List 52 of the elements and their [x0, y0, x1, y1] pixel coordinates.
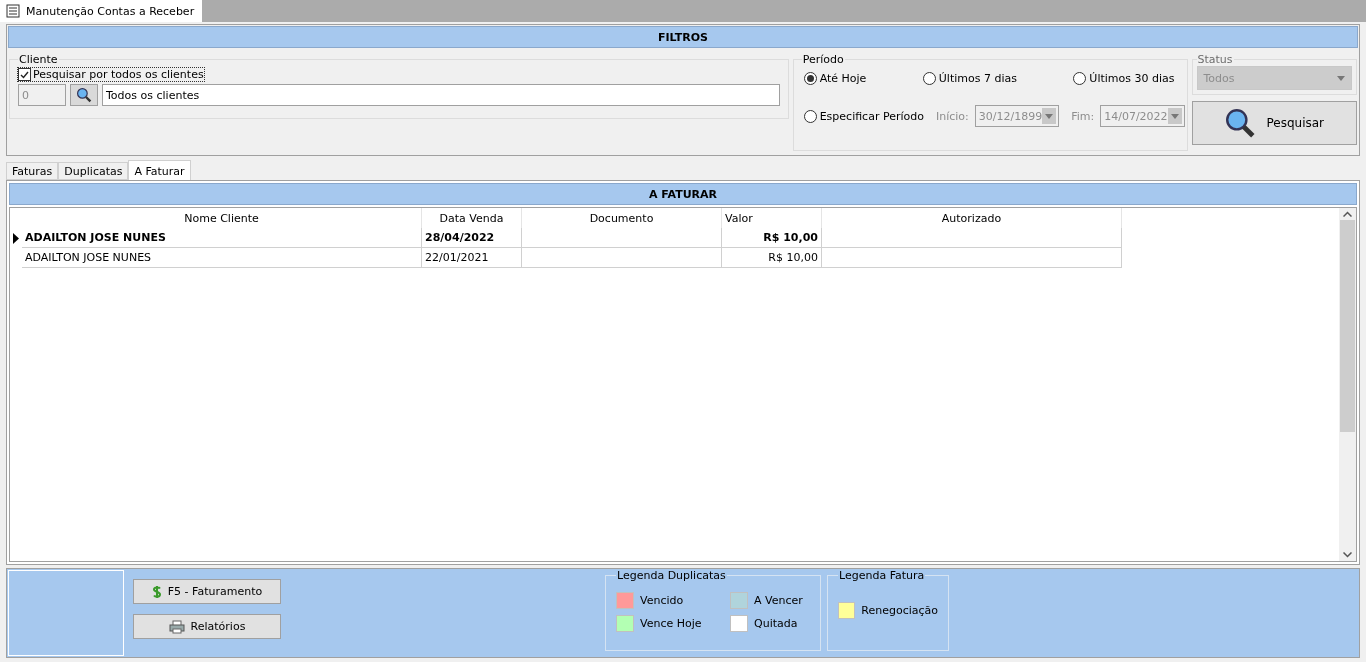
dollar-icon: [151, 584, 162, 599]
client-legend: Cliente: [18, 53, 59, 66]
window-tab[interactable]: Manutenção Contas a Receber: [0, 0, 203, 22]
legend-label: A Vencer: [754, 594, 803, 607]
table-cell: ADAILTON JOSE NUNES: [22, 228, 422, 248]
column-header[interactable]: Valor: [722, 208, 822, 228]
radio-option[interactable]: Últimos 7 dias: [922, 72, 1017, 85]
scroll-down-icon: [1343, 552, 1352, 558]
all-clients-checkbox[interactable]: Pesquisar por todos os clientes: [18, 68, 204, 81]
legend-label: Vencido: [640, 594, 684, 607]
table-cell: 28/04/2022: [422, 228, 522, 248]
radio-option[interactable]: Últimos 30 dias: [1073, 72, 1175, 85]
tab[interactable]: Faturas: [6, 162, 59, 180]
scroll-up-icon: [1343, 211, 1352, 217]
caret-icon: [1170, 113, 1179, 119]
table-cell: 22/01/2021: [422, 248, 522, 268]
search-icon: [76, 87, 92, 103]
printer-icon: [168, 619, 185, 634]
column-header[interactable]: Autorizado: [822, 208, 1122, 228]
table-cell: R$ 10,00: [722, 228, 822, 248]
checkmark-icon: [20, 70, 29, 79]
radio-option[interactable]: Especificar Período: [803, 109, 924, 123]
legend-label: Quitada: [754, 617, 798, 630]
legend-label: Vence Hoje: [640, 617, 702, 630]
search-button[interactable]: [70, 84, 98, 106]
column-header[interactable]: Data Venda: [422, 208, 522, 228]
table-cell: R$ 10,00: [722, 248, 822, 268]
tab[interactable]: Duplicatas: [58, 162, 129, 180]
footer-button[interactable]: Relatórios: [133, 614, 281, 639]
column-header[interactable]: Nome Cliente: [22, 208, 422, 228]
period-legend: Período: [801, 53, 845, 66]
search-icon: [1224, 107, 1257, 139]
filters-header: FILTROS: [8, 26, 1358, 48]
legend-label: Renegociação: [861, 604, 938, 617]
tab[interactable]: A Faturar: [128, 160, 191, 181]
column-header[interactable]: Documento: [522, 208, 722, 228]
caret-icon: [1337, 75, 1345, 81]
status-legend: Status: [1196, 53, 1234, 66]
table-cell: ADAILTON JOSE NUNES: [22, 248, 422, 268]
radio-option[interactable]: Até Hoje: [803, 72, 867, 85]
legend-title: Legenda Duplicatas: [616, 569, 727, 582]
caret-icon: [1045, 113, 1054, 119]
scrollbar-thumb[interactable]: [1340, 220, 1355, 432]
search-button[interactable]: Pesquisar: [1191, 101, 1357, 145]
grid-header: A FATURAR: [9, 183, 1357, 205]
end-label: Fim:: [1071, 109, 1095, 123]
row-pointer-icon: [13, 232, 19, 244]
list-icon: [6, 4, 20, 18]
legend-title: Legenda Fatura: [838, 569, 926, 582]
client-name-field[interactable]: Todos os clientes: [102, 84, 780, 106]
footer-button[interactable]: F5 - Faturamento: [133, 579, 281, 604]
start-label: Início:: [935, 109, 969, 123]
